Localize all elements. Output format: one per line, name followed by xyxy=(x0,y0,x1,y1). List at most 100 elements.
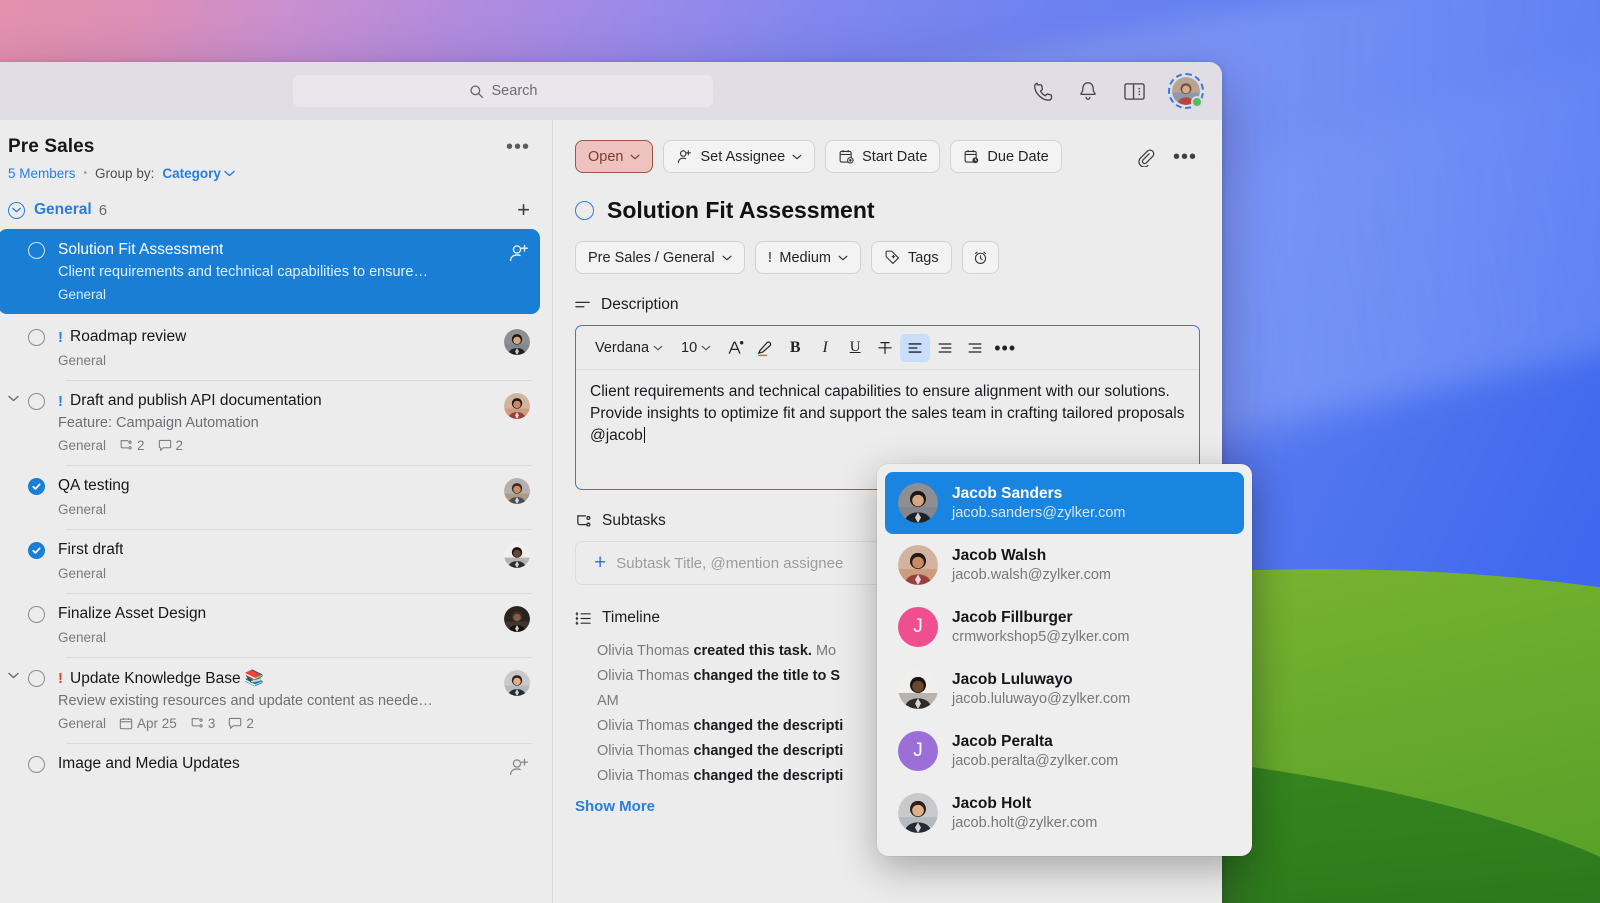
tags-button[interactable]: Tags xyxy=(870,241,952,274)
task-status-circle[interactable] xyxy=(575,201,594,220)
task-check-cell[interactable] xyxy=(28,392,58,453)
task-list-item[interactable]: Solution Fit Assessment Client requiremen… xyxy=(0,229,540,314)
task-subtask-count: 3 xyxy=(190,716,215,731)
add-person-icon xyxy=(676,148,693,165)
mention-name: Jacob Walsh xyxy=(952,547,1047,564)
mention-option[interactable]: J Jacob Peralta jacob.peralta@zylker.com xyxy=(885,720,1244,782)
start-date-button[interactable]: Start Date xyxy=(825,140,941,173)
task-check-cell[interactable] xyxy=(28,241,58,302)
align-right-icon[interactable] xyxy=(960,334,990,362)
mention-option[interactable]: J Jacob Fillburger crmworkshop5@zylker.com xyxy=(885,596,1244,658)
bell-icon[interactable] xyxy=(1076,79,1100,103)
reminder-button[interactable] xyxy=(961,241,999,274)
italic-icon[interactable]: I xyxy=(810,334,840,362)
expand-task-icon[interactable] xyxy=(8,672,28,679)
task-checkbox[interactable] xyxy=(28,606,45,623)
add-assignee-icon[interactable] xyxy=(508,242,530,264)
task-expander[interactable] xyxy=(8,392,28,453)
timeline-actor: Olivia Thomas xyxy=(597,717,690,734)
expand-task-icon[interactable] xyxy=(8,395,28,402)
timeline-action: changed the title to S xyxy=(693,667,841,684)
project-path-dropdown[interactable]: Pre Sales / General xyxy=(575,241,745,274)
task-check-cell[interactable] xyxy=(28,328,58,368)
mention-option[interactable]: Jacob Luluwayo jacob.luluwayo@zylker.com xyxy=(885,658,1244,720)
task-title: Roadmap review xyxy=(70,328,187,345)
mention-text: Jacob Walsh jacob.walsh@zylker.com xyxy=(952,547,1111,583)
task-comment-count: 2 xyxy=(228,716,254,731)
search-icon xyxy=(469,84,484,99)
task-list-item[interactable]: QA testing General xyxy=(0,465,540,529)
task-checkbox[interactable] xyxy=(28,756,45,773)
align-center-icon[interactable] xyxy=(930,334,960,362)
task-checkbox[interactable] xyxy=(28,242,45,259)
task-expander xyxy=(8,605,28,645)
task-check-cell[interactable] xyxy=(28,755,58,778)
task-category: General xyxy=(58,438,107,453)
task-assignee-avatar[interactable] xyxy=(504,606,530,632)
task-list-item[interactable]: First draft General xyxy=(0,529,540,593)
group-header-general[interactable]: General 6 + xyxy=(8,199,530,221)
highlight-icon[interactable] xyxy=(750,334,780,362)
mention-option[interactable]: Jacob Holt jacob.holt@zylker.com xyxy=(885,782,1244,844)
task-list-item[interactable]: Finalize Asset Design General xyxy=(0,593,540,657)
font-family-selector[interactable]: Verdana xyxy=(586,340,672,356)
task-description: Review existing resources and update con… xyxy=(58,693,433,709)
text-caret xyxy=(643,427,646,443)
mention-name: Jacob Luluwayo xyxy=(952,671,1073,688)
separator-dot: • xyxy=(83,168,88,179)
description-text: Client requirements and technical capabi… xyxy=(590,383,1185,444)
font-size-selector[interactable]: 10 xyxy=(672,340,720,356)
task-checkbox[interactable] xyxy=(28,329,45,346)
members-count[interactable]: 5 Members xyxy=(8,166,76,181)
task-checkbox-checked[interactable] xyxy=(28,542,45,559)
add-task-button[interactable]: + xyxy=(517,199,530,221)
task-assignee-avatar[interactable] xyxy=(504,542,530,568)
add-assignee-icon[interactable] xyxy=(508,756,530,778)
bold-icon[interactable]: B xyxy=(780,334,810,362)
font-color-icon[interactable] xyxy=(720,334,750,362)
font-size-value: 10 xyxy=(681,339,698,356)
task-check-cell[interactable] xyxy=(28,669,58,731)
due-date-label: Due Date xyxy=(987,148,1049,165)
group-by-selector[interactable]: Category xyxy=(162,166,235,181)
task-list-item[interactable]: ! Roadmap review General xyxy=(0,316,540,380)
search-input[interactable]: Search xyxy=(293,75,713,107)
editor-toolbar: Verdana 10 B I U ••• xyxy=(576,326,1199,370)
phone-icon[interactable] xyxy=(1030,79,1054,103)
editor-more-icon[interactable]: ••• xyxy=(990,334,1020,362)
task-expander[interactable] xyxy=(8,669,28,731)
group-collapse-icon[interactable] xyxy=(8,201,25,219)
attachment-icon[interactable] xyxy=(1130,142,1160,172)
description-text-area[interactable]: Client requirements and technical capabi… xyxy=(576,370,1199,458)
task-assignee-avatar[interactable] xyxy=(504,670,530,696)
task-list-item[interactable]: Image and Media Updates xyxy=(0,743,540,790)
task-assignee-avatar[interactable] xyxy=(504,329,530,355)
task-assignee-avatar[interactable] xyxy=(504,478,530,504)
align-left-icon[interactable] xyxy=(900,333,931,362)
underline-icon[interactable]: U xyxy=(840,334,870,362)
set-assignee-button[interactable]: Set Assignee xyxy=(663,140,816,173)
task-list-item[interactable]: ! Draft and publish API documentation Feat… xyxy=(0,380,540,465)
task-meta: General xyxy=(58,566,496,581)
task-checkbox[interactable] xyxy=(28,393,45,410)
task-check-cell[interactable] xyxy=(28,477,58,517)
status-dropdown[interactable]: Open xyxy=(575,140,654,173)
project-more-icon[interactable]: ••• xyxy=(506,137,530,157)
due-date-button[interactable]: Due Date xyxy=(950,140,1062,173)
strikethrough-icon[interactable] xyxy=(870,334,900,362)
mention-option[interactable]: Jacob Walsh jacob.walsh@zylker.com xyxy=(885,534,1244,596)
detail-more-icon[interactable]: ••• xyxy=(1170,142,1200,172)
user-avatar[interactable] xyxy=(1168,73,1204,109)
mention-dropdown[interactable]: Jacob Sanders jacob.sanders@zylker.com Ja… xyxy=(877,464,1252,856)
task-checkbox[interactable] xyxy=(28,670,45,687)
task-list-item[interactable]: ! Update Knowledge Base 📚 Review existing … xyxy=(0,657,540,743)
task-check-cell[interactable] xyxy=(28,541,58,581)
task-checkbox-checked[interactable] xyxy=(28,478,45,495)
priority-dropdown[interactable]: ! Medium xyxy=(754,241,861,274)
task-category: General xyxy=(58,287,107,302)
task-assignee-avatar[interactable] xyxy=(504,393,530,419)
task-check-cell[interactable] xyxy=(28,605,58,645)
chevron-down-icon xyxy=(722,255,732,261)
mention-option[interactable]: Jacob Sanders jacob.sanders@zylker.com xyxy=(885,472,1244,534)
panel-toggle-icon[interactable] xyxy=(1122,79,1146,103)
